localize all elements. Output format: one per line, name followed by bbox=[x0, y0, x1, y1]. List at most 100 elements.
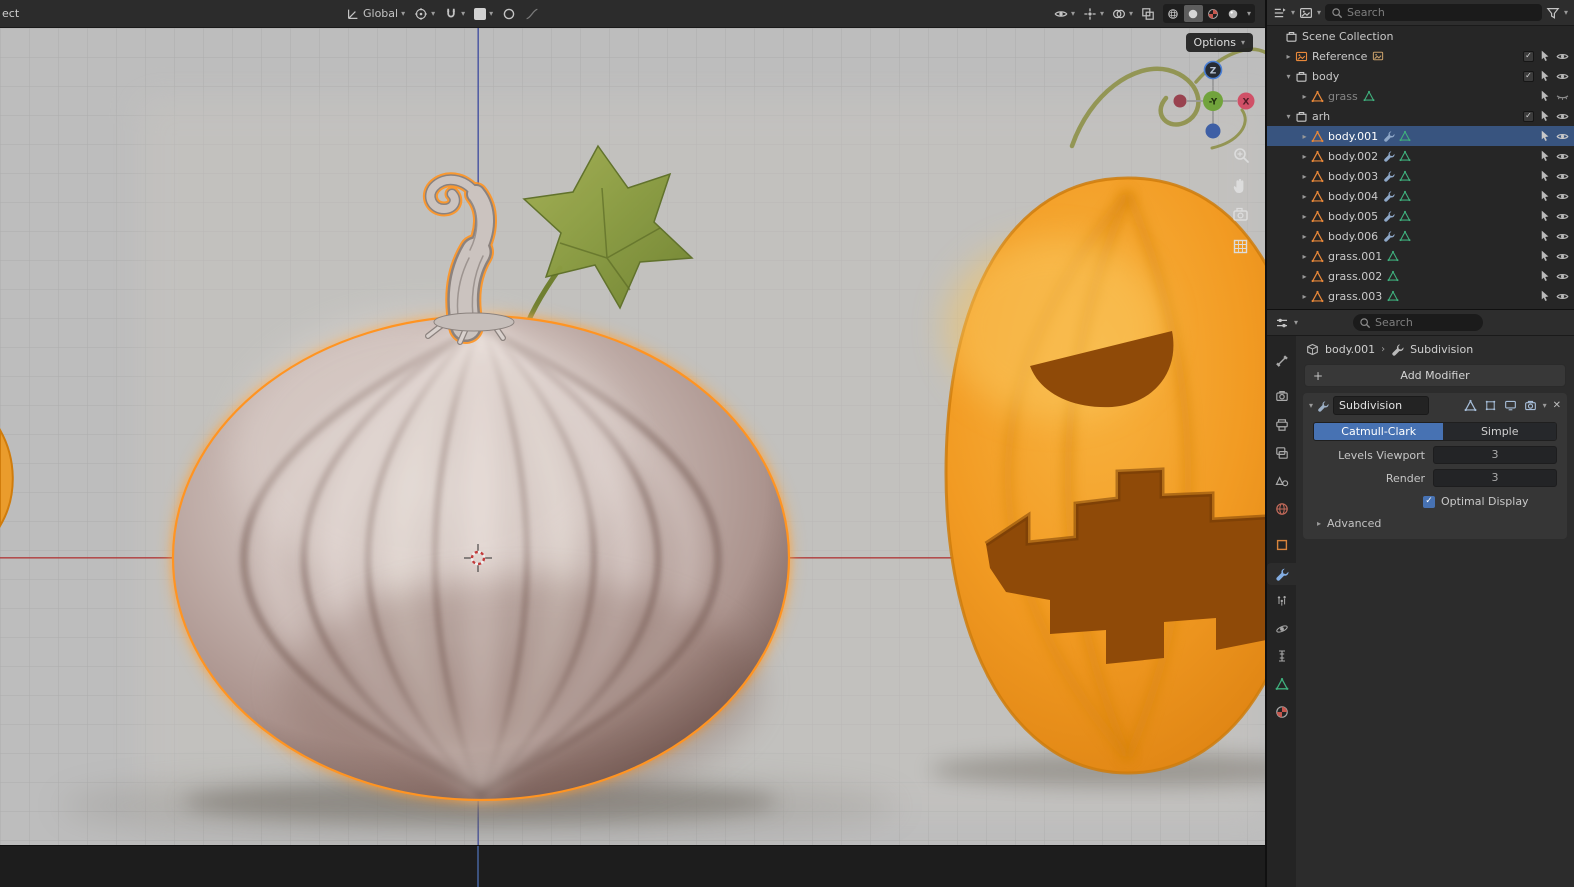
tab-constraints[interactable] bbox=[1267, 645, 1296, 667]
breadcrumb-modifier[interactable]: Subdivision bbox=[1410, 343, 1473, 356]
expand-icon[interactable]: ▸ bbox=[1299, 252, 1310, 261]
outliner-row-body[interactable]: ▾ body ✓ bbox=[1267, 66, 1574, 86]
outliner-row-body-001[interactable]: ▸ body.001 bbox=[1267, 126, 1574, 146]
gizmos-dropdown[interactable]: ▾ bbox=[1083, 7, 1104, 21]
eye-icon[interactable] bbox=[1556, 230, 1569, 243]
selectable-icon[interactable] bbox=[1539, 50, 1551, 62]
outliner-row-arh[interactable]: ▾ arh ✓ bbox=[1267, 106, 1574, 126]
overlays-dropdown[interactable]: ▾ bbox=[1112, 7, 1133, 21]
selectable-icon[interactable] bbox=[1539, 230, 1551, 242]
expand-icon[interactable]: ▸ bbox=[1299, 272, 1310, 281]
filter-funnel-icon[interactable] bbox=[1546, 6, 1560, 20]
viewport-3d[interactable]: Z X -Y Options ▾ bbox=[0, 28, 1265, 845]
selectable-icon[interactable] bbox=[1539, 90, 1551, 102]
selectable-icon[interactable] bbox=[1539, 70, 1551, 82]
display-mode-icon[interactable] bbox=[1299, 6, 1313, 20]
outliner-row-reference[interactable]: ▸ Reference ✓ bbox=[1267, 46, 1574, 66]
outliner-row-body-005[interactable]: ▸ body.005 bbox=[1267, 206, 1574, 226]
eye-icon[interactable] bbox=[1556, 170, 1569, 183]
selectable-icon[interactable] bbox=[1539, 290, 1551, 302]
on-cage-toggle[interactable] bbox=[1463, 398, 1479, 414]
eye-icon[interactable] bbox=[1556, 290, 1569, 303]
simple-option[interactable]: Simple bbox=[1443, 423, 1556, 440]
tab-material[interactable] bbox=[1267, 701, 1296, 723]
outliner-row-body-003[interactable]: ▸ body.003 bbox=[1267, 166, 1574, 186]
expand-icon[interactable]: ▸ bbox=[1299, 132, 1310, 141]
expand-icon[interactable]: ▸ bbox=[1299, 232, 1310, 241]
eye-icon[interactable] bbox=[1556, 150, 1569, 163]
expand-icon[interactable]: ▸ bbox=[1299, 172, 1310, 181]
selectable-icon[interactable] bbox=[1539, 110, 1551, 122]
eye-icon[interactable] bbox=[1556, 110, 1569, 123]
selectable-icon[interactable] bbox=[1539, 150, 1551, 162]
orientation-dropdown[interactable]: Global ▾ bbox=[346, 7, 405, 21]
add-modifier-button[interactable]: + Add Modifier bbox=[1304, 364, 1566, 387]
realtime-toggle[interactable] bbox=[1503, 398, 1519, 414]
catmull-clark-option[interactable]: Catmull-Clark bbox=[1314, 423, 1444, 440]
outliner-row-scene-collection[interactable]: Scene Collection bbox=[1267, 26, 1574, 46]
outliner-row-grass-003[interactable]: ▸ grass.003 bbox=[1267, 286, 1574, 306]
tab-tool[interactable] bbox=[1267, 350, 1296, 372]
shading-material-button[interactable] bbox=[1204, 5, 1223, 22]
viewport-scene[interactable]: Z X -Y bbox=[0, 28, 1265, 845]
eye-icon[interactable] bbox=[1556, 250, 1569, 263]
shading-rendered-button[interactable] bbox=[1224, 5, 1243, 22]
shading-wireframe-button[interactable] bbox=[1164, 5, 1183, 22]
optimal-display-checkbox[interactable]: ✓ bbox=[1423, 495, 1435, 508]
gizmo-negz-ball[interactable] bbox=[1205, 123, 1221, 139]
eye-icon[interactable] bbox=[1556, 210, 1569, 223]
eye-icon[interactable] bbox=[1556, 70, 1569, 83]
selectable-icon[interactable] bbox=[1539, 190, 1551, 202]
expand-icon[interactable]: ▸ bbox=[1299, 292, 1310, 301]
playhead[interactable] bbox=[477, 846, 479, 887]
expand-icon[interactable]: ▸ bbox=[1299, 152, 1310, 161]
exclude-checkbox[interactable]: ✓ bbox=[1523, 50, 1534, 62]
eye-icon[interactable] bbox=[1556, 270, 1569, 283]
tab-object[interactable] bbox=[1267, 534, 1296, 556]
proportional-falloff-dropdown[interactable] bbox=[525, 7, 539, 21]
tab-physics[interactable] bbox=[1267, 618, 1296, 640]
properties-search-input[interactable] bbox=[1375, 316, 1478, 329]
proportional-edit-toggle[interactable] bbox=[502, 7, 516, 21]
tab-scene[interactable] bbox=[1267, 471, 1296, 493]
edit-mode-toggle[interactable] bbox=[1483, 398, 1499, 414]
breadcrumb-object[interactable]: body.001 bbox=[1325, 343, 1375, 356]
collapse-icon[interactable]: ▾ bbox=[1309, 401, 1313, 410]
modifier-extras-dropdown[interactable]: ▾ bbox=[1543, 401, 1547, 410]
advanced-section-toggle[interactable]: ▸ Advanced bbox=[1317, 517, 1557, 530]
tab-particles[interactable] bbox=[1267, 590, 1296, 612]
pivot-dropdown[interactable]: ▾ bbox=[414, 7, 435, 21]
outliner-search[interactable] bbox=[1325, 4, 1542, 21]
tab-render[interactable] bbox=[1267, 385, 1296, 407]
eye-closed-icon[interactable] bbox=[1556, 90, 1569, 103]
selectable-icon[interactable] bbox=[1539, 210, 1551, 222]
collapse-icon[interactable]: ▾ bbox=[1283, 112, 1294, 121]
outliner-row-grass-002[interactable]: ▸ grass.002 bbox=[1267, 266, 1574, 286]
modifier-name-field[interactable] bbox=[1333, 396, 1430, 415]
eye-icon[interactable] bbox=[1556, 190, 1569, 203]
selectable-icon[interactable] bbox=[1539, 170, 1551, 182]
tab-object-data[interactable] bbox=[1267, 673, 1296, 695]
render-toggle[interactable] bbox=[1523, 398, 1539, 414]
outliner-row-grass[interactable]: ▸ grass bbox=[1267, 86, 1574, 106]
render-field[interactable]: 3 bbox=[1433, 469, 1557, 487]
snap-toggle[interactable]: ▾ bbox=[444, 7, 465, 21]
expand-icon[interactable]: ▸ bbox=[1299, 212, 1310, 221]
options-dropdown[interactable]: Options ▾ bbox=[1185, 33, 1253, 52]
outliner-row-body-004[interactable]: ▸ body.004 bbox=[1267, 186, 1574, 206]
exclude-checkbox[interactable]: ✓ bbox=[1523, 70, 1534, 82]
snap-with-dropdown[interactable]: ▾ bbox=[474, 7, 493, 20]
visib-dropdown[interactable]: ▾ bbox=[1054, 7, 1075, 21]
expand-icon[interactable]: ▸ bbox=[1299, 92, 1310, 101]
outliner-row-grass-001[interactable]: ▸ grass.001 bbox=[1267, 246, 1574, 266]
properties-search[interactable] bbox=[1353, 314, 1484, 331]
tab-output[interactable] bbox=[1267, 414, 1296, 436]
outliner-search-input[interactable] bbox=[1347, 6, 1536, 19]
xray-toggle[interactable] bbox=[1141, 7, 1155, 21]
selectable-icon[interactable] bbox=[1539, 270, 1551, 282]
timeline-strip[interactable] bbox=[0, 845, 1265, 887]
outliner-row-body-006[interactable]: ▸ body.006 bbox=[1267, 226, 1574, 246]
exclude-checkbox[interactable]: ✓ bbox=[1523, 110, 1534, 122]
tab-view-layer[interactable] bbox=[1267, 442, 1296, 464]
tab-modifiers[interactable] bbox=[1267, 563, 1296, 585]
